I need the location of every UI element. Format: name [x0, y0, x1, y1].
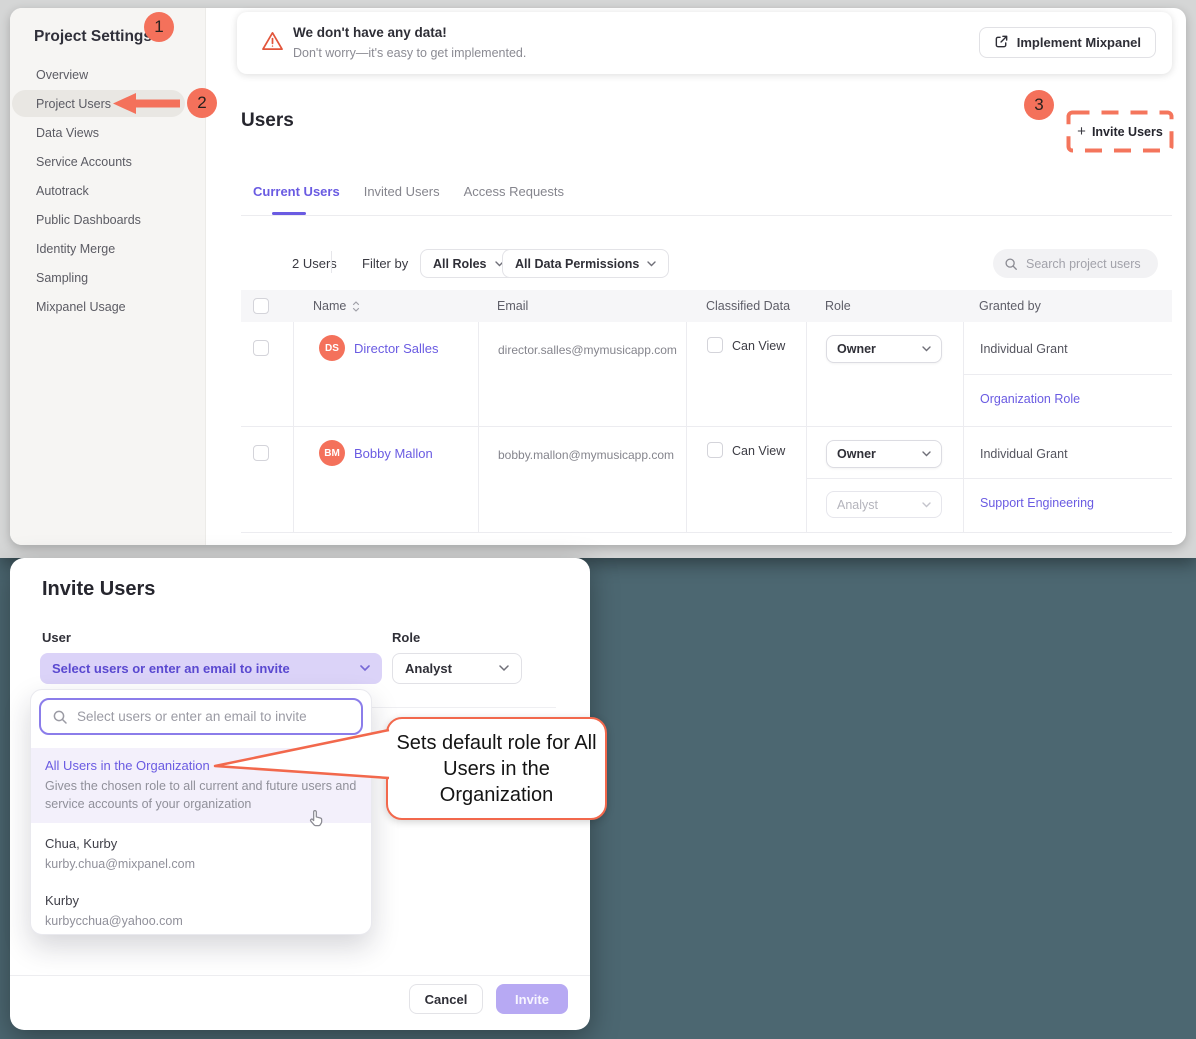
- can-view-checkbox[interactable]: [707, 442, 723, 458]
- user-name-link[interactable]: Bobby Mallon: [354, 440, 433, 461]
- select-all-checkbox[interactable]: [253, 298, 269, 314]
- step-marker-3: 3: [1024, 90, 1054, 120]
- filter-by-label: Filter by: [362, 256, 408, 271]
- invite-submit-button[interactable]: Invite: [496, 984, 568, 1014]
- users-table-header: Name Email Classified Data Role Granted …: [241, 290, 1172, 322]
- modal-footer-divider: [10, 975, 590, 976]
- sidebar-item-service-accounts[interactable]: Service Accounts: [10, 147, 205, 176]
- row-checkbox[interactable]: [253, 340, 269, 356]
- sidebar-item-data-views[interactable]: Data Views: [10, 118, 205, 147]
- banner-subtitle: Don't worry—it's easy to get implemented…: [293, 46, 526, 60]
- warning-triangle-icon: [261, 30, 284, 57]
- granted-by-link[interactable]: Support Engineering: [963, 479, 1172, 532]
- invite-users-button[interactable]: + Invite Users: [1072, 116, 1168, 147]
- users-table-body: DS Director Salles director.salles@mymus…: [241, 322, 1172, 533]
- header-name[interactable]: Name: [313, 299, 346, 313]
- banner-title: We don't have any data!: [293, 25, 447, 40]
- hand-cursor-icon: [306, 808, 326, 835]
- all-roles-label: All Roles: [433, 257, 487, 271]
- invite-users-label: Invite Users: [1092, 125, 1163, 139]
- granted-by-value: Individual Grant: [963, 322, 1172, 375]
- sidebar-item-identity-merge[interactable]: Identity Merge: [10, 234, 205, 263]
- annotation-arrow-left-icon: [112, 92, 180, 115]
- avatar: BM: [319, 440, 345, 466]
- chevron-down-icon: [647, 261, 656, 267]
- role-value: Owner: [837, 447, 876, 461]
- can-view-label: Can View: [732, 442, 785, 458]
- option-email: kurbycchua@yahoo.com: [45, 912, 357, 930]
- tab-invited-users[interactable]: Invited Users: [352, 176, 452, 207]
- granted-by-value: Individual Grant: [963, 427, 1172, 479]
- user-name-link[interactable]: Director Salles: [354, 335, 439, 356]
- sidebar-item-overview[interactable]: Overview: [10, 60, 205, 89]
- tab-access-requests[interactable]: Access Requests: [452, 176, 576, 207]
- users-tab-bar: Current Users Invited Users Access Reque…: [241, 176, 576, 207]
- role-select[interactable]: Analyst: [392, 653, 522, 684]
- option-title: Chua, Kurby: [45, 836, 357, 851]
- search-icon: [52, 709, 68, 725]
- project-settings-card: Project Settings Overview Project Users …: [10, 8, 1186, 545]
- user-select[interactable]: Select users or enter an email to invite: [40, 653, 382, 684]
- sidebar-item-mixpanel-usage[interactable]: Mixpanel Usage: [10, 292, 205, 321]
- can-view-checkbox[interactable]: [707, 337, 723, 353]
- granted-by-link[interactable]: Organization Role: [963, 375, 1172, 426]
- toolbar-divider: [331, 251, 332, 273]
- page-title: Users: [241, 110, 294, 132]
- role-select[interactable]: Owner: [826, 440, 942, 468]
- role-select-disabled: Analyst: [826, 491, 942, 518]
- cancel-button[interactable]: Cancel: [409, 984, 483, 1014]
- sort-icon[interactable]: [352, 301, 360, 312]
- search-icon: [1004, 257, 1018, 271]
- tab-current-users[interactable]: Current Users: [241, 176, 352, 207]
- header-role: Role: [806, 299, 963, 313]
- table-row: BM Bobby Mallon bobby.mallon@mymusicapp.…: [241, 427, 1172, 533]
- role-value: Owner: [837, 342, 876, 356]
- tab-divider: [241, 215, 1172, 216]
- search-project-users-input[interactable]: [1026, 257, 1146, 271]
- chevron-down-icon: [922, 451, 931, 457]
- option-user-kurby[interactable]: Kurby kurbycchua@yahoo.com: [31, 883, 371, 935]
- user-field-label: User: [42, 630, 71, 645]
- option-title: Kurby: [45, 893, 357, 908]
- step-marker-1: 1: [144, 12, 174, 42]
- option-email: kurby.chua@mixpanel.com: [45, 855, 357, 873]
- implement-mixpanel-label: Implement Mixpanel: [1017, 35, 1141, 50]
- chevron-down-icon: [360, 665, 370, 672]
- header-granted-by: Granted by: [963, 299, 1172, 313]
- table-row: DS Director Salles director.salles@mymus…: [241, 322, 1172, 427]
- sidebar-item-public-dashboards[interactable]: Public Dashboards: [10, 205, 205, 234]
- settings-page-area: Project Settings Overview Project Users …: [0, 0, 1196, 558]
- sidebar-title: Project Settings: [34, 28, 152, 46]
- chevron-down-icon: [922, 346, 931, 352]
- all-data-permissions-label: All Data Permissions: [515, 257, 639, 271]
- user-select-value: Select users or enter an email to invite: [52, 661, 290, 676]
- search-project-users: [993, 249, 1158, 278]
- can-view-label: Can View: [732, 337, 785, 353]
- chevron-down-icon: [922, 502, 931, 508]
- role-select-value: Analyst: [405, 661, 452, 676]
- implement-mixpanel-button[interactable]: Implement Mixpanel: [979, 27, 1156, 58]
- role-value: Analyst: [837, 498, 878, 512]
- user-email: director.salles@mymusicapp.com: [478, 322, 686, 426]
- avatar: DS: [319, 335, 345, 361]
- step-marker-2: 2: [187, 88, 217, 118]
- header-email: Email: [478, 299, 686, 313]
- modal-title: Invite Users: [42, 578, 155, 601]
- sidebar-item-sampling[interactable]: Sampling: [10, 263, 205, 292]
- settings-sidebar: Project Settings Overview Project Users …: [10, 8, 206, 545]
- header-classified-data: Classified Data: [686, 299, 806, 313]
- callout-bubble: Sets default role for All Users in the O…: [386, 717, 607, 820]
- callout-tail-icon: [207, 722, 391, 784]
- chevron-down-icon: [499, 665, 509, 672]
- no-data-banner: We don't have any data! Don't worry—it's…: [237, 12, 1172, 74]
- role-field-label: Role: [392, 630, 420, 645]
- plus-icon: +: [1077, 123, 1086, 140]
- sidebar-item-autotrack[interactable]: Autotrack: [10, 176, 205, 205]
- external-link-icon: [994, 34, 1009, 52]
- user-email: bobby.mallon@mymusicapp.com: [478, 427, 686, 532]
- invite-users-annotation-box: + Invite Users: [1066, 110, 1174, 153]
- role-select[interactable]: Owner: [826, 335, 942, 363]
- row-checkbox[interactable]: [253, 445, 269, 461]
- all-data-permissions-filter[interactable]: All Data Permissions: [502, 249, 669, 278]
